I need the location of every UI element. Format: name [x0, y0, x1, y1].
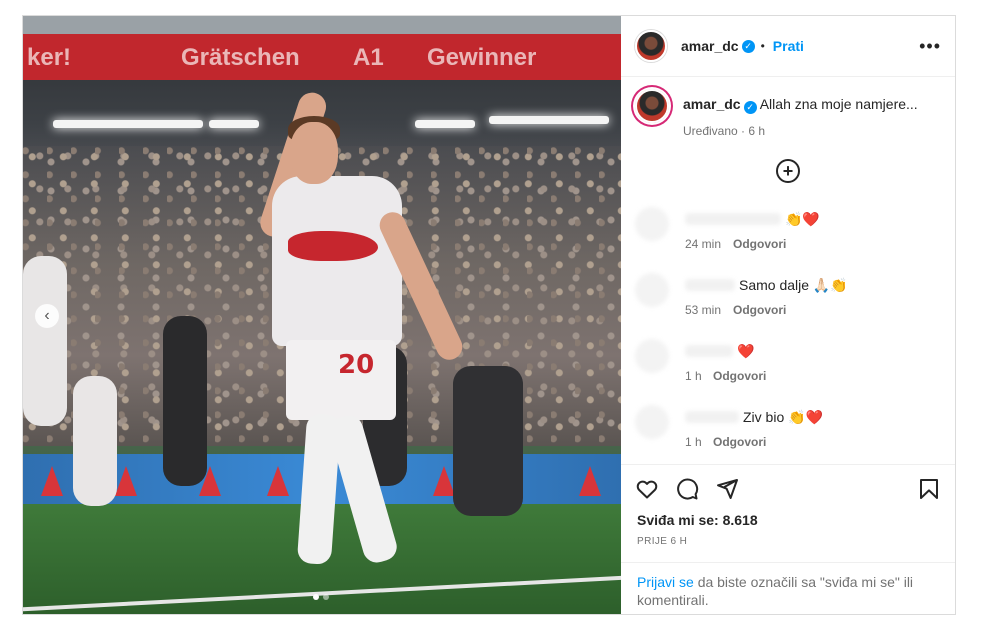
chevron-left-icon: ‹	[44, 307, 50, 324]
banner-word: ker!	[27, 44, 72, 71]
login-prompt: Prijavi se da biste označili sa "sviđa m…	[621, 562, 955, 614]
shorts-number: 20	[338, 350, 375, 380]
red-bull-logo	[288, 231, 378, 261]
banner-word: Gewinner	[427, 44, 537, 71]
carousel-dots	[313, 594, 329, 600]
post-time: PRIJE 6 H	[637, 536, 688, 547]
login-link[interactable]: Prijavi se	[637, 574, 694, 590]
comment-time: 1 h	[685, 369, 702, 383]
banner-word: A1	[353, 44, 384, 71]
caption-avatar[interactable]	[635, 89, 669, 123]
blurred-username	[685, 345, 733, 357]
teammate-figure	[73, 376, 117, 506]
blurred-username	[685, 213, 781, 225]
post-header: amar_dc ✓ • Prati •••	[621, 16, 955, 77]
carousel-dot	[323, 594, 329, 600]
separator: •	[760, 39, 765, 53]
opponent-figure	[163, 316, 207, 486]
comment-time: 53 min	[685, 303, 722, 317]
follow-button[interactable]: Prati	[773, 38, 804, 54]
share-icon[interactable]	[715, 477, 739, 501]
likes-number: 8.618	[722, 512, 758, 528]
avatar	[635, 339, 669, 373]
carousel-prev-button[interactable]: ‹	[35, 304, 59, 328]
caption-username[interactable]: amar_dc	[683, 96, 741, 112]
more-options-icon[interactable]: •••	[919, 36, 941, 57]
carousel-dot	[313, 594, 319, 600]
instagram-post: ker! Grätschen A1 Gewinner 20 ‹ amar_dc …	[22, 15, 956, 615]
avatar[interactable]	[635, 30, 667, 62]
bookmark-icon[interactable]	[917, 477, 941, 501]
teammate-figure	[23, 256, 67, 426]
comment-text: ❤️	[737, 343, 755, 359]
reply-button[interactable]: Odgovori	[713, 435, 766, 449]
blurred-username	[685, 411, 739, 423]
stadium-light	[489, 116, 609, 124]
post-image[interactable]: ker! Grätschen A1 Gewinner 20 ‹	[23, 16, 621, 614]
banner-word: Grätschen	[181, 44, 300, 71]
stadium-roof	[23, 16, 621, 34]
reply-button[interactable]: Odgovori	[713, 369, 766, 383]
username-link[interactable]: amar_dc	[681, 38, 739, 54]
edited-label: Uređivano	[683, 123, 738, 138]
verified-badge-icon: ✓	[741, 39, 755, 53]
caption-time: 6 h	[748, 123, 766, 138]
comment-text: 👏❤️	[785, 211, 820, 227]
comment-icon[interactable]	[675, 477, 699, 501]
comments-section: amar_dc ✓ Allah zna moje namjere... Uređi…	[621, 77, 955, 464]
caption: amar_dc ✓ Allah zna moje namjere... Uređi…	[635, 89, 941, 138]
caption-text: Allah zna moje namjere...	[759, 96, 918, 112]
action-bar	[621, 464, 955, 512]
likes-label: Sviđa mi se:	[637, 512, 719, 528]
avatar	[635, 405, 669, 439]
heart-icon[interactable]	[635, 477, 659, 501]
reply-button[interactable]: Odgovori	[733, 237, 786, 251]
main-player: 20	[228, 89, 488, 576]
caption-meta: Uređivano · 6 h	[683, 124, 918, 138]
comment-text: Ziv bio 👏❤️	[743, 409, 823, 425]
avatar	[635, 273, 669, 307]
comment-text: Samo dalje 🙏🏻👏	[739, 277, 848, 293]
stadium-light	[53, 120, 203, 128]
verified-badge-icon: ✓	[743, 100, 757, 114]
likes-count[interactable]: Sviđa mi se: 8.618	[621, 512, 955, 532]
comment-time: 24 min	[685, 237, 722, 251]
blurred-username	[685, 279, 735, 291]
avatar	[635, 207, 669, 241]
add-circle-icon[interactable]: +	[776, 159, 800, 183]
meta-dot: ·	[741, 123, 746, 138]
post-sidebar: amar_dc ✓ • Prati ••• amar_dc ✓ Allah zna…	[621, 16, 955, 614]
reply-button[interactable]: Odgovori	[733, 303, 786, 317]
comment-time: 1 h	[685, 435, 702, 449]
